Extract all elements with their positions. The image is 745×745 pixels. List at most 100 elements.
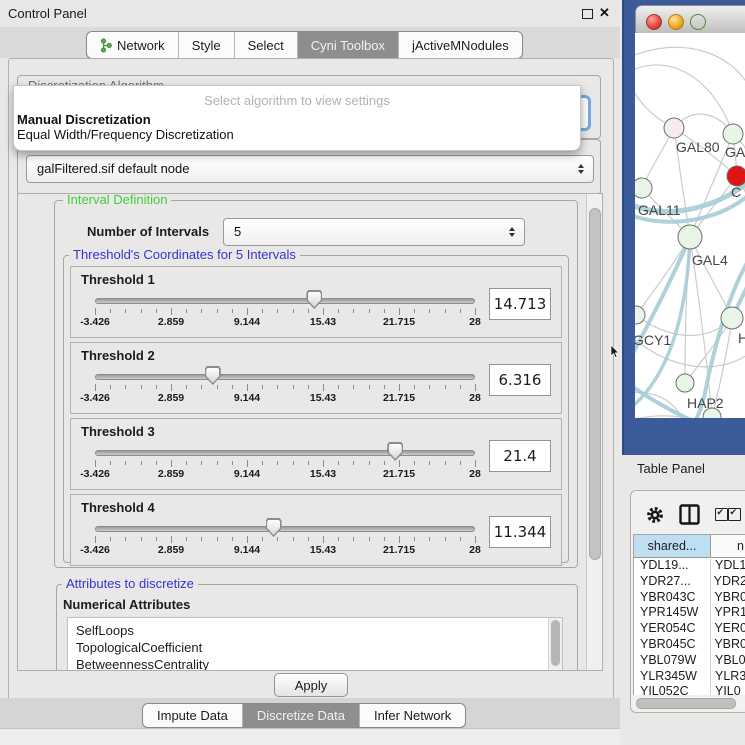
close-icon[interactable]: ✕: [599, 5, 610, 21]
table-row[interactable]: YPR145WYPR1: [634, 605, 745, 621]
network-canvas[interactable]: GAL80GACGAL11GAL4GCY1HHAP2: [635, 33, 745, 418]
tab-style[interactable]: Style: [179, 32, 235, 58]
threshold-slider[interactable]: -3.4262.8599.14415.4321.71528: [95, 419, 475, 489]
table-panel-title: Table Panel: [637, 461, 705, 476]
table-row[interactable]: YER054CYER0: [634, 621, 745, 637]
top-tab-group: NetworkStyle Select Cyni ToolboxjActiveMNo…: [86, 31, 523, 59]
table-cell: YBR045C: [634, 637, 709, 653]
spinner-arrows-icon[interactable]: [509, 227, 515, 237]
slider-ticks: [95, 536, 475, 544]
slider-thumb-icon[interactable]: [306, 290, 322, 309]
float-window-icon[interactable]: [582, 9, 593, 19]
tab-discretize-data[interactable]: Discretize Data: [243, 704, 360, 727]
table-cell: YDR27...: [634, 574, 709, 590]
threshold-slider[interactable]: -3.4262.8599.14415.4321.71528: [95, 267, 475, 337]
network-node[interactable]: [676, 374, 694, 392]
algorithm-option[interactable]: Equal Width/Frequency Discretization: [17, 127, 577, 142]
number-of-intervals-combobox[interactable]: 5: [223, 218, 525, 246]
tab-select[interactable]: Select: [235, 32, 298, 58]
threshold-slider[interactable]: -3.4262.8599.14415.4321.71528: [95, 495, 475, 565]
attribute-list-item[interactable]: SelfLoops: [68, 622, 562, 639]
dropdown-items: Manual DiscretizationEqual Width/Frequen…: [17, 112, 577, 142]
table-cell: YBL079W: [634, 653, 710, 669]
threshold-slider[interactable]: -3.4262.8599.14415.4321.71528: [95, 343, 475, 413]
zoom-traffic-light-icon[interactable]: [690, 14, 706, 30]
network-window-titlebar[interactable]: [635, 5, 745, 35]
column-separator: [710, 557, 711, 695]
vertical-scrollbar-thumb[interactable]: [589, 208, 601, 560]
gear-icon[interactable]: [645, 505, 665, 525]
network-node[interactable]: [727, 166, 745, 186]
network-node[interactable]: [721, 307, 743, 329]
tab-network[interactable]: Network: [87, 32, 179, 58]
table-row[interactable]: YLR345WYLR3: [634, 669, 745, 685]
attribute-list-item[interactable]: BetweennessCentrality: [68, 656, 562, 671]
minimize-traffic-light-icon[interactable]: [668, 14, 684, 30]
table-cell: YLR345W: [634, 669, 710, 685]
tab-impute-data[interactable]: Impute Data: [143, 704, 243, 727]
mouse-cursor: [610, 345, 620, 359]
network-node[interactable]: [678, 225, 702, 249]
network-node-label: GA: [725, 144, 745, 160]
network-node[interactable]: [635, 306, 645, 324]
network-node-label: C: [731, 184, 741, 200]
threshold-value-box[interactable]: 11.344: [489, 516, 551, 548]
apply-button[interactable]: Apply: [274, 673, 348, 697]
slider-track[interactable]: [95, 298, 475, 304]
table-header-row: shared...n: [634, 535, 745, 558]
network-tree-icon: [100, 38, 112, 53]
slider-thumb-icon[interactable]: [387, 442, 403, 461]
vertical-scrollbar[interactable]: [586, 194, 602, 670]
numerical-attributes-list[interactable]: SelfLoopsTopologicalCoefficientBetweenne…: [67, 617, 563, 671]
threshold-panels: Threshold 1 -3.4262.8599.14415.4321.7152…: [70, 266, 562, 570]
interval-definition-title: Interval Definition: [63, 193, 171, 207]
table-data-combobox[interactable]: galFiltered.sif default node: [26, 155, 594, 183]
tab-cyni-toolbox[interactable]: Cyni Toolbox: [298, 32, 399, 58]
close-traffic-light-icon[interactable]: [646, 14, 662, 30]
tab-infer-network[interactable]: Infer Network: [360, 704, 465, 727]
slider-track[interactable]: [95, 450, 475, 456]
list-scrollbar[interactable]: [548, 618, 562, 671]
slider-thumb-icon[interactable]: [266, 518, 282, 537]
tab-jactivemnodules[interactable]: jActiveMNodules: [399, 32, 522, 58]
network-node-label: GAL80: [676, 139, 720, 155]
tab-label: Select: [248, 38, 284, 53]
table-scrollbar-thumb[interactable]: [636, 698, 736, 709]
threshold-value-box[interactable]: 14.713: [489, 288, 551, 320]
attribute-list-item[interactable]: TopologicalCoefficient: [68, 639, 562, 656]
table-row[interactable]: YDL19...YDL1: [634, 558, 745, 574]
checkbox-icon[interactable]: [728, 508, 741, 521]
network-node-label: H: [738, 330, 745, 346]
list-scrollbar-thumb[interactable]: [551, 620, 560, 666]
split-columns-icon[interactable]: [679, 504, 700, 525]
app-root: Control Panel ✕ NetworkStyleSelectCyni T…: [0, 0, 745, 745]
table-column-header[interactable]: shared...: [634, 535, 711, 557]
table-row[interactable]: YDR27...YDR2: [634, 574, 745, 590]
tab-label: Infer Network: [374, 708, 451, 723]
checkbox-icon[interactable]: [715, 508, 728, 521]
threshold-coordinates-title: Threshold's Coordinates for 5 Intervals: [69, 248, 300, 262]
slider-tick-labels: -3.4262.8599.14415.4321.71528: [95, 544, 475, 556]
bottom-tab-group: Impute DataDiscretize Data Infer Network: [142, 703, 466, 728]
network-node[interactable]: [664, 118, 684, 138]
network-node[interactable]: [723, 124, 743, 144]
node-table[interactable]: shared...n YDL19...YDL1YDR27...YDR2YBR04…: [633, 534, 745, 695]
algorithm-option[interactable]: Manual Discretization: [17, 112, 577, 127]
threshold-panel: Threshold 2 -3.4262.8599.14415.4321.7152…: [70, 342, 562, 414]
table-column-header[interactable]: n: [711, 535, 745, 557]
slider-thumb-icon[interactable]: [205, 366, 221, 385]
table-horizontal-scrollbar[interactable]: [633, 697, 745, 708]
spinner-arrows-icon[interactable]: [578, 164, 584, 174]
network-node-label: GAL11: [638, 202, 681, 218]
threshold-value-box[interactable]: 21.4: [489, 440, 551, 472]
network-node-label: HAP2: [687, 395, 724, 411]
table-row[interactable]: YBL079WYBL0: [634, 653, 745, 669]
table-row[interactable]: YIL052CYIL0: [634, 684, 745, 695]
slider-track[interactable]: [95, 526, 475, 532]
table-cell: YDR2: [709, 574, 745, 590]
threshold-value-box[interactable]: 6.316: [489, 364, 551, 396]
network-node[interactable]: [635, 178, 652, 198]
table-row[interactable]: YBR045CYBR0: [634, 637, 745, 653]
slider-track[interactable]: [95, 374, 475, 380]
table-row[interactable]: YBR043CYBR0: [634, 590, 745, 606]
